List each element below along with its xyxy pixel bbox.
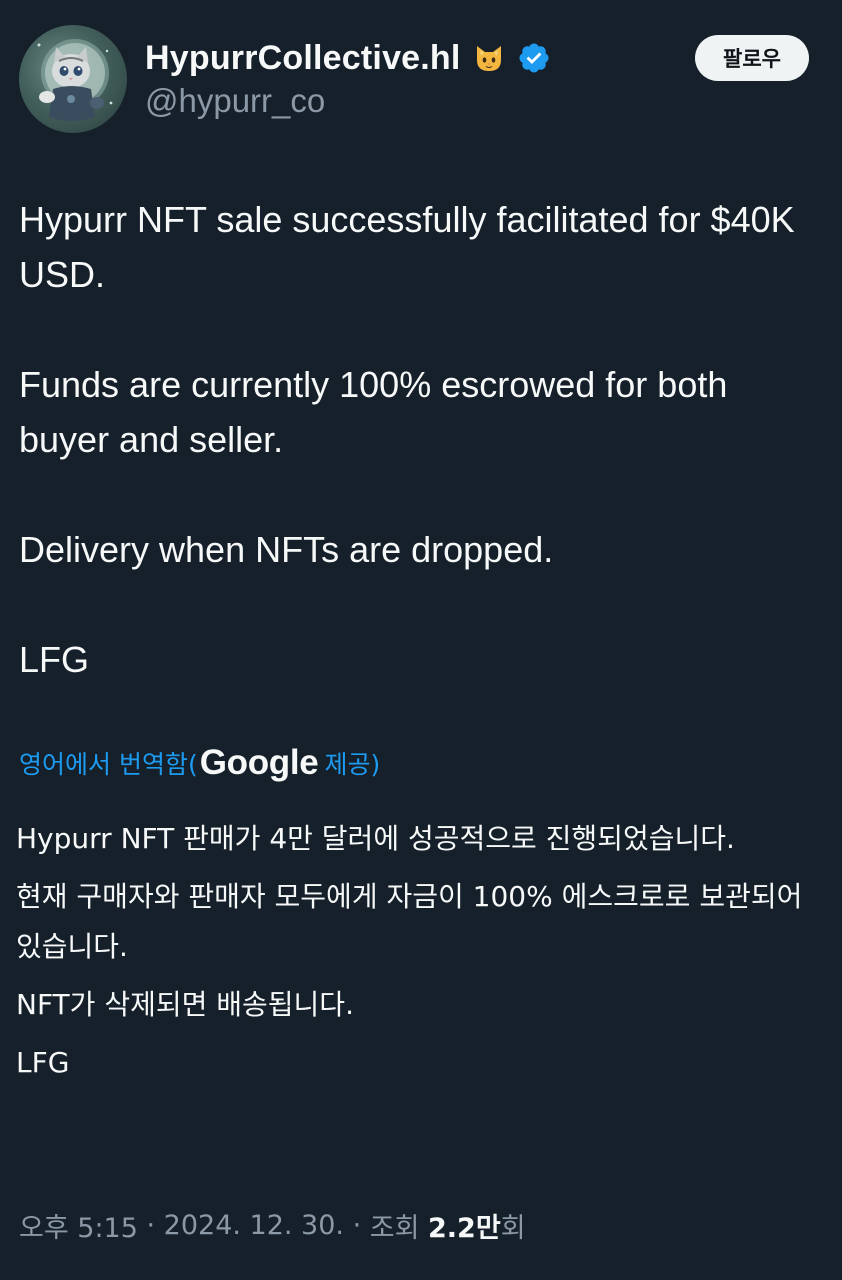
tweet-text: Hypurr NFT sale successfully facilitated… [19,192,819,687]
author-display-name[interactable]: HypurrCollective.hl [145,39,461,78]
views-suffix: 회 [500,1212,526,1244]
verified-badge-icon[interactable] [517,41,551,75]
translated-paragraph: 현재 구매자와 판매자 모두에게 자금이 100% 에스크로로 보관되어 있습니… [16,880,803,963]
author-name-row: HypurrCollective.hl [145,36,551,80]
translated-paragraph: LFG [16,1046,70,1079]
avatar[interactable] [19,25,127,133]
meta-separator: · [344,1209,370,1241]
translation-attribution-link[interactable]: 영어에서 번역함( Google 제공) [19,738,380,788]
follow-button[interactable]: 팔로우 [695,35,809,81]
translated-text: Hypurr NFT 판매가 4만 달러에 성공적으로 진행되었습니다. 현재 … [16,814,826,1096]
author-handle[interactable]: @hypurr_co [145,82,551,120]
tweet-paragraph: Funds are currently 100% escrowed for bo… [19,364,728,460]
tweet-metadata: 오후 5:15 · 2024. 12. 30. · 조회 2.2만 회 [19,1200,526,1250]
tweet-paragraph: Hypurr NFT sale successfully facilitated… [19,199,795,295]
views-label: 조회 [369,1212,429,1244]
views-count: 2.2만 [428,1212,501,1244]
translated-paragraph: Hypurr NFT 판매가 4만 달러에 성공적으로 진행되었습니다. [16,822,735,855]
tweet-time[interactable]: 오후 5:15 [19,1206,138,1245]
avatar-cat-astronaut-image [37,39,113,121]
author-header: HypurrCollective.hl @hypurr_co [145,36,551,120]
translation-label: 영어에서 번역함( [19,750,198,779]
tweet-date[interactable]: 2024. 12. 30. [164,1210,344,1241]
tweet-paragraph: Delivery when NFTs are dropped. [19,529,554,570]
cat-face-icon [476,46,501,71]
meta-separator: · [137,1209,164,1241]
translation-provider-suffix: 제공) [324,750,381,779]
tweet-paragraph: LFG [19,639,90,680]
google-logo: Google [199,743,319,782]
translated-paragraph: NFT가 삭제되면 배송됩니다. [16,988,354,1021]
